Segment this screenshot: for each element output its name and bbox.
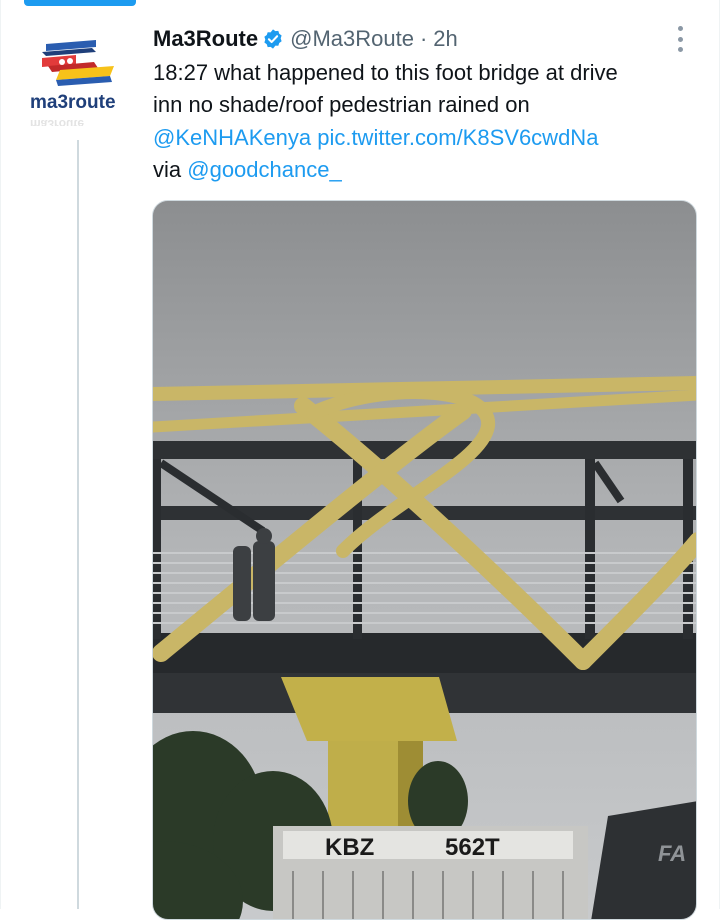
timeline-left-border — [0, 0, 1, 909]
footbridge-photo: KBZ 562T FA — [153, 201, 696, 919]
separator-dot: · — [419, 26, 428, 51]
tweet-text: 18:27 what happened to this foot bridge … — [153, 57, 703, 187]
handle[interactable]: @Ma3Route — [290, 22, 414, 56]
tweet-text-line: 18:27 what happened to this foot bridge … — [153, 60, 618, 85]
via-label: via — [153, 157, 182, 183]
pic-link[interactable]: pic.twitter.com/K8SV6cwdNa — [317, 125, 598, 150]
display-name[interactable]: Ma3Route — [153, 22, 258, 56]
mention-kenha[interactable]: @KeNHAKenya — [153, 125, 311, 150]
ma3route-logo: ma3route ma3route — [30, 40, 116, 131]
license-plate-right: 562T — [445, 834, 500, 861]
more-options-icon[interactable] — [670, 24, 690, 54]
thread-line — [77, 140, 79, 909]
verified-badge-icon — [264, 29, 282, 49]
logo-text: ma3route — [30, 92, 116, 113]
tweet-text-line: inn no shade/roof pedestrian rained on — [153, 92, 530, 118]
tweet-header: Ma3Route @Ma3Route · 2h — [153, 22, 458, 56]
tweet-photo[interactable]: KBZ 562T FA — [152, 200, 697, 920]
truck-text: FA — [658, 841, 686, 866]
license-plate-left: KBZ — [325, 834, 374, 861]
avatar[interactable]: ma3route ma3route — [26, 38, 134, 131]
active-tab-indicator — [24, 0, 136, 6]
timestamp[interactable]: 2h — [433, 22, 457, 56]
logo-reflection: ma3route — [30, 117, 84, 126]
mention-goodchance[interactable]: @goodchance_ — [187, 157, 341, 182]
